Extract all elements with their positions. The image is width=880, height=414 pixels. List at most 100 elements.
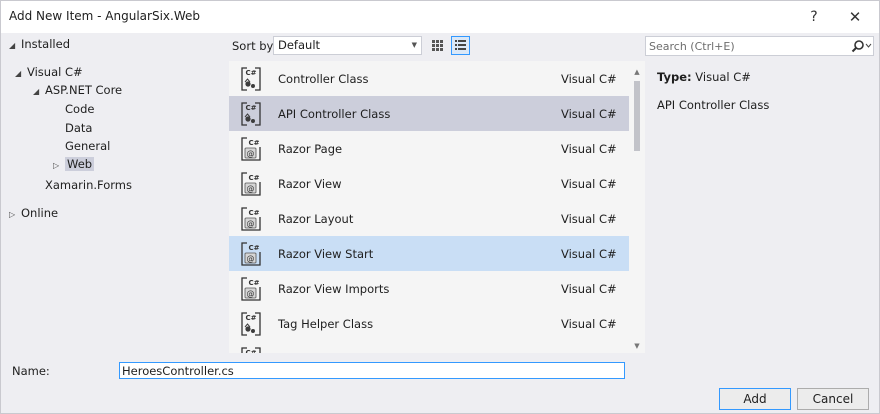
list-view-icon — [455, 40, 466, 50]
template-language: Visual C# — [561, 247, 617, 261]
scroll-up-icon[interactable]: ▲ — [630, 65, 644, 79]
type-label: Type: — [657, 70, 692, 84]
template-name: Tag Helper Class — [278, 317, 374, 331]
list-scrollbar[interactable]: ▲ ▼ — [630, 61, 644, 353]
tree-node-label: Data — [65, 121, 93, 135]
tree-node-label: Xamarin.Forms — [45, 178, 133, 192]
csharp-class-icon: C# — [238, 345, 264, 353]
close-button[interactable]: ✕ — [842, 5, 868, 29]
tree-node[interactable]: Code — [53, 100, 94, 118]
template-item[interactable]: C# API Controller Class Visual C# — [229, 96, 629, 131]
template-language: Visual C# — [561, 72, 617, 86]
template-language: Visual C# — [561, 317, 617, 331]
expanded-arrow-icon[interactable]: ◢ — [9, 37, 21, 55]
csharp-class-icon: C# — [238, 65, 264, 93]
template-language: Visual C# — [561, 177, 617, 191]
template-name: Razor View — [278, 177, 342, 191]
scroll-thumb[interactable] — [634, 81, 640, 151]
svg-text:C#: C# — [248, 209, 259, 217]
csharp-class-icon: C# — [238, 100, 264, 128]
razor-file-icon: C# @ — [238, 135, 264, 163]
search-icon[interactable] — [850, 39, 872, 54]
grid-view-button[interactable] — [428, 36, 447, 55]
template-list: C# Controller Class Visual C# C# API Control… — [229, 61, 645, 353]
expanded-arrow-icon[interactable]: ◢ — [15, 65, 27, 83]
template-item[interactable]: C# @ Razor View Imports Visual C# — [229, 271, 629, 306]
svg-text:@: @ — [247, 254, 255, 263]
template-item[interactable]: C# Tag Helper Class Visual C# — [229, 306, 629, 341]
csharp-class-icon: C# — [238, 310, 264, 338]
template-language: Visual C# — [561, 107, 617, 121]
template-item[interactable]: C# @ Razor Layout Visual C# — [229, 201, 629, 236]
tree-node[interactable]: General — [53, 137, 110, 155]
template-name: Controller Class — [278, 72, 369, 86]
tree-node[interactable]: ◢ Visual C# — [15, 63, 83, 81]
scroll-down-icon[interactable]: ▼ — [630, 339, 644, 353]
svg-text:@: @ — [247, 184, 255, 193]
tree-node[interactable]: ◢ Installed — [9, 35, 70, 53]
details-pane: Type: Visual C# API Controller Class — [657, 69, 867, 113]
add-new-item-dialog: Add New Item - AngularSix.Web ? ✕ ◢ Insta… — [0, 0, 880, 414]
chevron-down-icon: ▼ — [411, 41, 417, 49]
svg-text:C#: C# — [248, 139, 259, 147]
svg-text:C#: C# — [245, 349, 256, 353]
razor-file-icon: C# @ — [238, 240, 264, 268]
tree-node-label: Code — [65, 102, 95, 116]
search-box[interactable] — [645, 36, 874, 56]
svg-text:@: @ — [247, 289, 255, 298]
svg-text:C#: C# — [248, 244, 259, 252]
template-name: Razor View Start — [278, 247, 374, 261]
name-label: Name: — [12, 364, 50, 378]
svg-text:C#: C# — [245, 314, 256, 322]
tree-node[interactable]: ▷ Web — [53, 155, 95, 175]
template-language: Visual C# — [561, 142, 617, 156]
svg-text:C#: C# — [248, 279, 259, 287]
cancel-button[interactable]: Cancel — [797, 388, 869, 410]
add-button[interactable]: Add — [719, 388, 791, 410]
svg-text:C#: C# — [245, 69, 256, 77]
tree-node-label: Online — [21, 206, 59, 220]
tree-node-label: ASP.NET Core — [45, 83, 123, 97]
razor-file-icon: C# @ — [238, 205, 264, 233]
template-name: API Controller Class — [278, 107, 391, 121]
svg-text:@: @ — [247, 219, 255, 228]
tree-node-label: Installed — [21, 37, 70, 51]
svg-text:C#: C# — [245, 104, 256, 112]
template-name: Razor Page — [278, 142, 343, 156]
expanded-arrow-icon[interactable]: ◢ — [33, 83, 45, 101]
tree-node-label: Web — [65, 157, 95, 171]
name-input[interactable] — [120, 363, 624, 378]
template-description: API Controller Class — [657, 98, 770, 112]
template-name: Razor Layout — [278, 212, 354, 226]
template-item[interactable]: C# @ Razor Page Visual C# — [229, 131, 629, 166]
tree-node[interactable]: Xamarin.Forms — [33, 176, 132, 194]
list-view-button[interactable] — [451, 36, 470, 55]
tree-node-label: General — [65, 139, 111, 153]
tree-node[interactable]: Data — [53, 119, 92, 137]
template-item[interactable]: C# @ Razor View Start Visual C# — [229, 236, 629, 271]
search-input[interactable] — [649, 38, 839, 54]
category-tree: ◢ Installed ◢ Visual C# ◢ ASP.NET Core Code Dat… — [1, 33, 229, 353]
tree-node[interactable]: ◢ ASP.NET Core — [33, 81, 122, 99]
dialog-title: Add New Item - AngularSix.Web — [9, 9, 200, 23]
collapsed-arrow-icon[interactable]: ▷ — [53, 157, 65, 175]
template-name: Razor View Imports — [278, 282, 390, 296]
sort-by-value: Default — [278, 38, 321, 52]
tree-node[interactable]: ▷ Online — [9, 204, 58, 222]
svg-text:C#: C# — [248, 174, 259, 182]
svg-text:@: @ — [247, 149, 255, 158]
template-item[interactable]: C# — [229, 341, 629, 353]
template-language: Visual C# — [561, 282, 617, 296]
name-field[interactable] — [119, 362, 625, 379]
sort-by-label: Sort by: — [232, 39, 277, 53]
tree-node-label: Visual C# — [27, 65, 83, 79]
sort-by-dropdown[interactable]: Default ▼ — [273, 36, 422, 55]
title-bar: Add New Item - AngularSix.Web ? ✕ — [1, 1, 879, 33]
collapsed-arrow-icon[interactable]: ▷ — [9, 206, 21, 224]
help-button[interactable]: ? — [801, 5, 827, 29]
grid-view-icon — [432, 40, 443, 51]
template-language: Visual C# — [561, 212, 617, 226]
template-item[interactable]: C# Controller Class Visual C# — [229, 61, 629, 96]
razor-file-icon: C# @ — [238, 275, 264, 303]
template-item[interactable]: C# @ Razor View Visual C# — [229, 166, 629, 201]
